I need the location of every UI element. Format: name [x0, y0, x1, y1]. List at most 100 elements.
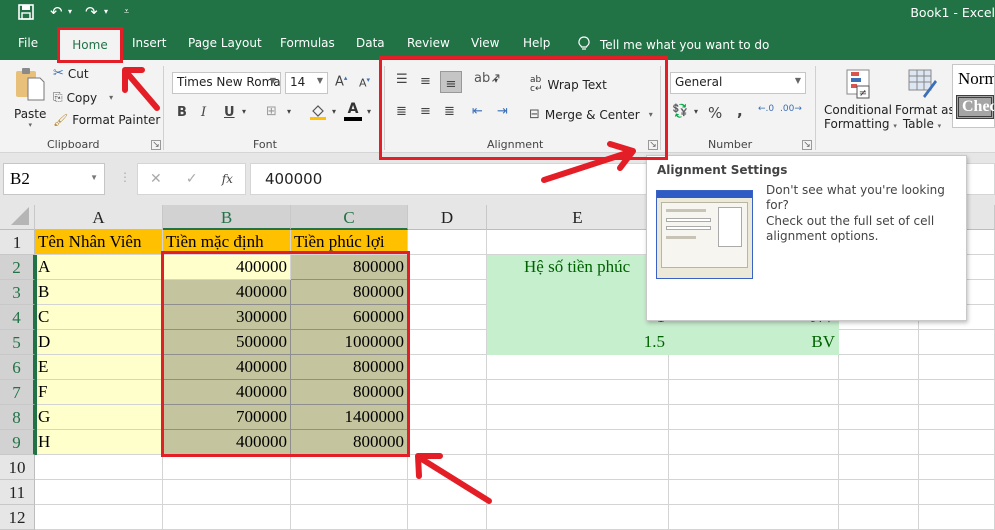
- font-size-select[interactable]: 14 ▼: [285, 72, 328, 94]
- column-header-d[interactable]: D: [408, 205, 487, 230]
- cell-f8[interactable]: [669, 405, 839, 430]
- comma-style-button[interactable]: ,: [737, 102, 743, 120]
- cell-b1[interactable]: Tiền mặc định: [163, 230, 291, 255]
- cell-e12[interactable]: [487, 505, 669, 530]
- row-header-11[interactable]: 11: [0, 480, 35, 505]
- style-normal[interactable]: Norm: [953, 65, 994, 93]
- style-check-cell[interactable]: Chec: [956, 95, 994, 119]
- tab-formulas[interactable]: Formulas: [280, 36, 335, 50]
- row-header-6[interactable]: 6: [0, 355, 35, 380]
- decrease-decimal-icon[interactable]: .00→: [780, 104, 802, 114]
- undo-icon[interactable]: ↶: [50, 3, 63, 21]
- font-color-button[interactable]: A: [344, 102, 362, 121]
- cell-b7[interactable]: 400000: [163, 380, 291, 405]
- cell-e9[interactable]: [487, 430, 669, 455]
- cell-h7[interactable]: [919, 380, 995, 405]
- cell-f11[interactable]: [669, 480, 839, 505]
- cell-c3[interactable]: 800000: [291, 280, 408, 305]
- insert-function-icon[interactable]: fx: [222, 172, 233, 186]
- cell-d9[interactable]: [408, 430, 487, 455]
- cell-d3[interactable]: [408, 280, 487, 305]
- row-header-4[interactable]: 4: [0, 305, 35, 330]
- redo-dropdown-icon[interactable]: ▾: [104, 7, 108, 16]
- cell-a12[interactable]: [35, 505, 163, 530]
- alignment-launcher-icon[interactable]: ↘: [648, 140, 658, 150]
- cell-g5[interactable]: [839, 330, 919, 355]
- font-name-select[interactable]: Times New Roma ▼: [172, 72, 281, 94]
- row-header-8[interactable]: 8: [0, 405, 35, 430]
- cell-h8[interactable]: [919, 405, 995, 430]
- cell-d2[interactable]: [408, 255, 487, 280]
- cell-c6[interactable]: 800000: [291, 355, 408, 380]
- format-as-table-button[interactable]: Format as Table ▾: [895, 68, 955, 131]
- decrease-indent-icon[interactable]: ⇤: [472, 104, 483, 119]
- cell-g11[interactable]: [839, 480, 919, 505]
- align-left-icon[interactable]: ≣: [396, 104, 407, 119]
- cell-g10[interactable]: [839, 455, 919, 480]
- cell-styles-gallery[interactable]: Norm Chec: [952, 64, 995, 128]
- cell-c11[interactable]: [291, 480, 408, 505]
- cell-d7[interactable]: [408, 380, 487, 405]
- fill-color-dropdown-icon[interactable]: ▾: [332, 107, 336, 116]
- cell-b11[interactable]: [163, 480, 291, 505]
- customize-qat-icon[interactable]: ⩡: [124, 7, 129, 17]
- cancel-icon[interactable]: ✕: [150, 171, 162, 187]
- cell-d1[interactable]: [408, 230, 487, 255]
- cell-c10[interactable]: [291, 455, 408, 480]
- orientation-dropdown-icon[interactable]: ▾: [494, 76, 498, 85]
- cell-h10[interactable]: [919, 455, 995, 480]
- cell-a8[interactable]: G: [35, 405, 163, 430]
- cell-e6[interactable]: [487, 355, 669, 380]
- conditional-formatting-button[interactable]: ≠ Conditional Formatting ▾: [824, 68, 897, 131]
- cell-b10[interactable]: [163, 455, 291, 480]
- font-color-dropdown-icon[interactable]: ▾: [367, 107, 371, 116]
- cell-b4[interactable]: 300000: [163, 305, 291, 330]
- cell-f7[interactable]: [669, 380, 839, 405]
- align-center-icon[interactable]: ≡: [420, 104, 431, 119]
- number-launcher-icon[interactable]: ↘: [802, 140, 812, 150]
- row-header-12[interactable]: 12: [0, 505, 35, 530]
- cell-a10[interactable]: [35, 455, 163, 480]
- enter-icon[interactable]: ✓: [186, 171, 198, 187]
- cell-e8[interactable]: [487, 405, 669, 430]
- cell-d4[interactable]: [408, 305, 487, 330]
- cell-d5[interactable]: [408, 330, 487, 355]
- row-header-7[interactable]: 7: [0, 380, 35, 405]
- fill-color-icon[interactable]: [309, 103, 327, 125]
- cell-d12[interactable]: [408, 505, 487, 530]
- cell-a4[interactable]: C: [35, 305, 163, 330]
- cell-c2[interactable]: 800000: [291, 255, 408, 280]
- column-header-c[interactable]: C: [291, 205, 408, 230]
- cell-f10[interactable]: [669, 455, 839, 480]
- cell-e7[interactable]: [487, 380, 669, 405]
- row-header-5[interactable]: 5: [0, 330, 35, 355]
- cell-g6[interactable]: [839, 355, 919, 380]
- tab-insert[interactable]: Insert: [132, 36, 166, 50]
- cell-d10[interactable]: [408, 455, 487, 480]
- decrease-font-size-icon[interactable]: A▾: [359, 76, 370, 90]
- tab-page-layout[interactable]: Page Layout: [188, 36, 262, 50]
- cell-e1[interactable]: [487, 230, 669, 255]
- cell-a6[interactable]: E: [35, 355, 163, 380]
- cell-a11[interactable]: [35, 480, 163, 505]
- tab-data[interactable]: Data: [356, 36, 385, 50]
- tab-file[interactable]: File: [18, 36, 38, 50]
- name-box[interactable]: B2 ▼: [3, 163, 105, 195]
- cell-c4[interactable]: 600000: [291, 305, 408, 330]
- cell-b3[interactable]: 400000: [163, 280, 291, 305]
- cell-c8[interactable]: 1400000: [291, 405, 408, 430]
- cell-g7[interactable]: [839, 380, 919, 405]
- cell-h5[interactable]: [919, 330, 995, 355]
- cell-a1[interactable]: Tên Nhân Viên: [35, 230, 163, 255]
- cell-b5[interactable]: 500000: [163, 330, 291, 355]
- increase-decimal-icon[interactable]: ←.0: [758, 104, 774, 114]
- cell-c9[interactable]: 800000: [291, 430, 408, 455]
- cell-d8[interactable]: [408, 405, 487, 430]
- borders-icon[interactable]: ⊞: [266, 104, 277, 119]
- accounting-format-icon[interactable]: 💱: [672, 104, 688, 119]
- column-header-b[interactable]: B: [163, 205, 291, 230]
- row-header-3[interactable]: 3: [0, 280, 35, 305]
- cell-d11[interactable]: [408, 480, 487, 505]
- underline-dropdown-icon[interactable]: ▾: [242, 107, 246, 116]
- cell-b9[interactable]: 400000: [163, 430, 291, 455]
